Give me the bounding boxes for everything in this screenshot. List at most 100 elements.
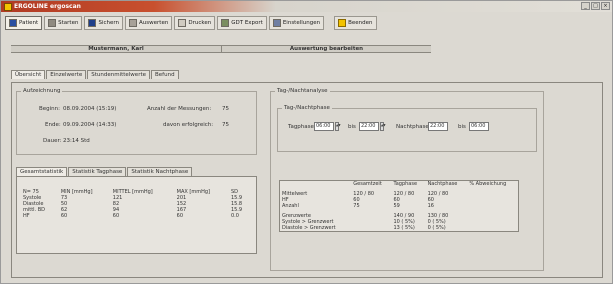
mean-night: 120 / 80 60 xyxy=(426,191,468,203)
tab-total-stats[interactable]: Gesamtstatistik xyxy=(16,167,68,176)
analysis-table: Gesamtzeit Tagphase Nachtphase % Abweich… xyxy=(279,180,519,232)
measurements-label: Anzahl der Messungen: xyxy=(147,106,212,112)
tab-findings[interactable]: Befund xyxy=(151,70,179,79)
successful-label: davon erfolgreich: xyxy=(163,122,214,128)
maximize-button[interactable]: □ xyxy=(591,2,600,10)
evaluate-label: Auswerten xyxy=(139,19,169,26)
night-label: Nachtphase xyxy=(396,124,429,130)
tab-overview[interactable]: Übersicht xyxy=(11,70,46,79)
stats-cell: 60 xyxy=(60,213,68,219)
gdt-export-label: GDT Export xyxy=(231,19,263,26)
stats-table: N= 75 MIN [mmHg] MITTEL [mmHg] MAX [mmHg… xyxy=(21,189,251,219)
day-from-spinner[interactable]: ▲▼ xyxy=(335,122,341,131)
day-to-label: bis xyxy=(348,124,356,130)
close-button[interactable]: × xyxy=(601,2,610,10)
minimize-button[interactable]: _ xyxy=(581,2,590,10)
patient-button[interactable]: Patient xyxy=(5,15,43,30)
end-value: 09.09.2004 (14:33) xyxy=(63,122,117,128)
tab-night-stats[interactable]: Statistik Nachtphase xyxy=(127,167,193,176)
analysis-header-day: Tagphase xyxy=(393,181,418,187)
settings-button[interactable]: Einstellungen xyxy=(268,15,325,30)
measurements-value: 75 xyxy=(222,106,229,112)
tab-single-values[interactable]: Einzelwerte xyxy=(46,70,87,79)
patient-label: Patient xyxy=(19,19,39,26)
evaluate-icon xyxy=(129,18,138,27)
threshold-label: Grenzwerte Systole > Grenzwert Diastole > … xyxy=(280,213,351,231)
day-night-group: Tag-/Nachtanalyse Tag-/Nachtphase Tagpha… xyxy=(270,88,544,271)
duration-label: Dauer: xyxy=(43,138,62,144)
stats-row: HF 60 60 60 0.0 xyxy=(21,213,251,219)
analysis-row-count: Anzahl 75 59 16 xyxy=(280,203,518,213)
day-label: Tagphase xyxy=(288,124,314,130)
patient-icon xyxy=(9,18,17,27)
threshold-day: 140 / 90 10 ( 5%) 13 ( 5%) xyxy=(391,213,425,231)
status-label: Auswertung bearbeiten xyxy=(221,46,431,53)
start-label: Starten xyxy=(58,19,79,26)
save-icon xyxy=(88,18,97,27)
count-day: 59 xyxy=(393,203,400,209)
analysis-row-thresholds: Grenzwerte Systole > Grenzwert Diastole > … xyxy=(280,213,518,231)
night-to-input[interactable]: 06:00 xyxy=(469,122,489,131)
settings-label: Einstellungen xyxy=(282,19,321,26)
count-deviation xyxy=(467,203,518,213)
begin-label: Beginn: xyxy=(39,106,61,112)
analysis-header-deviation: % Abweichung xyxy=(469,181,507,187)
day-to-input[interactable]: 22:00 xyxy=(359,122,379,131)
threshold-deviation xyxy=(467,213,518,231)
diastole-day-value: 13 ( 5%) xyxy=(393,225,415,231)
mean-deviation xyxy=(467,191,518,203)
tab-day-stats[interactable]: Statistik Tagphase xyxy=(68,167,127,176)
stats-tabs: Gesamtstatistik Statistik Tagphase Stati… xyxy=(16,167,193,176)
print-label: Drucken xyxy=(188,19,212,26)
analysis-header: Gesamtzeit Tagphase Nachtphase % Abweich… xyxy=(280,181,518,191)
window-title: ERGOLINE ergoscan xyxy=(14,3,81,10)
app-icon xyxy=(4,2,12,11)
stats-cell: 60 xyxy=(176,213,184,219)
main-tabs: Übersicht Einzelwerte Stundenmittelwerte… xyxy=(11,70,180,79)
night-to-label: bis xyxy=(458,124,466,130)
settings-icon xyxy=(272,18,281,27)
analysis-row-mean: Mittelwert HF 120 / 80 60 120 / 80 60 120 /… xyxy=(280,191,518,203)
analysis-header-total: Gesamtzeit xyxy=(353,181,382,187)
diastole-night-value: 0 ( 5%) xyxy=(427,225,446,231)
successful-value: 75 xyxy=(222,122,229,128)
day-to-spinner[interactable]: ▲▼ xyxy=(380,122,386,131)
day-night-title: Tag-/Nachtanalyse xyxy=(275,88,330,94)
start-button[interactable]: Starten xyxy=(44,15,83,30)
tab-hourly-averages[interactable]: Stundenmittelwerte xyxy=(87,70,150,79)
count-night: 16 xyxy=(427,203,434,209)
info-bar: Mustermann, Karl Auswertung bearbeiten xyxy=(11,45,431,53)
exit-button[interactable]: Beenden xyxy=(334,15,377,30)
day-from-input[interactable]: 06:00 xyxy=(314,122,334,131)
toolbar: Patient Starten Sichern Auswerten Drucke… xyxy=(3,14,610,31)
end-label: Ende: xyxy=(45,122,61,128)
exit-label: Beenden xyxy=(348,19,373,26)
mean-total: 120 / 80 60 xyxy=(351,191,391,203)
analysis-header-empty xyxy=(280,181,351,191)
stats-row-label: HF xyxy=(23,213,30,219)
mean-day: 120 / 80 60 xyxy=(391,191,425,203)
title-bar: ERGOLINE ergoscan _ □ × xyxy=(1,1,612,12)
stats-cell: 0.0 xyxy=(230,213,239,219)
app-window: ERGOLINE ergoscan _ □ × Patient Starten … xyxy=(0,0,613,284)
night-from-input[interactable]: 22:00 xyxy=(428,122,448,131)
print-button[interactable]: Drucken xyxy=(174,15,216,30)
patient-name: Mustermann, Karl xyxy=(88,46,144,52)
stats-cell: 60 xyxy=(112,213,120,219)
overview-panel: Aufzeichnung Beginn: 08.09.2004 (15:19) … xyxy=(11,82,603,278)
diastole-threshold-label: Diastole > Grenzwert xyxy=(282,225,336,231)
start-icon xyxy=(48,18,57,27)
day-night-phase-title: Tag-/Nachtphase xyxy=(282,105,332,111)
save-button[interactable]: Sichern xyxy=(84,15,124,30)
threshold-night: 130 / 80 0 ( 5%) 0 ( 5%) xyxy=(426,213,468,231)
evaluate-button[interactable]: Auswerten xyxy=(125,15,173,30)
analysis-header-night: Nachtphase xyxy=(427,181,458,187)
gdt-export-button[interactable]: GDT Export xyxy=(217,15,267,30)
recording-title: Aufzeichnung xyxy=(21,88,63,94)
mean-label: Mittelwert HF xyxy=(280,191,351,203)
day-night-phase-group: Tag-/Nachtphase Tagphase 06:00 ▲▼ bis 22… xyxy=(277,105,537,152)
stats-panel: N= 75 MIN [mmHg] MITTEL [mmHg] MAX [mmHg… xyxy=(16,176,257,254)
save-label: Sichern xyxy=(98,19,120,26)
duration-value: 23:14 Std xyxy=(63,138,90,144)
exit-icon xyxy=(338,18,347,27)
